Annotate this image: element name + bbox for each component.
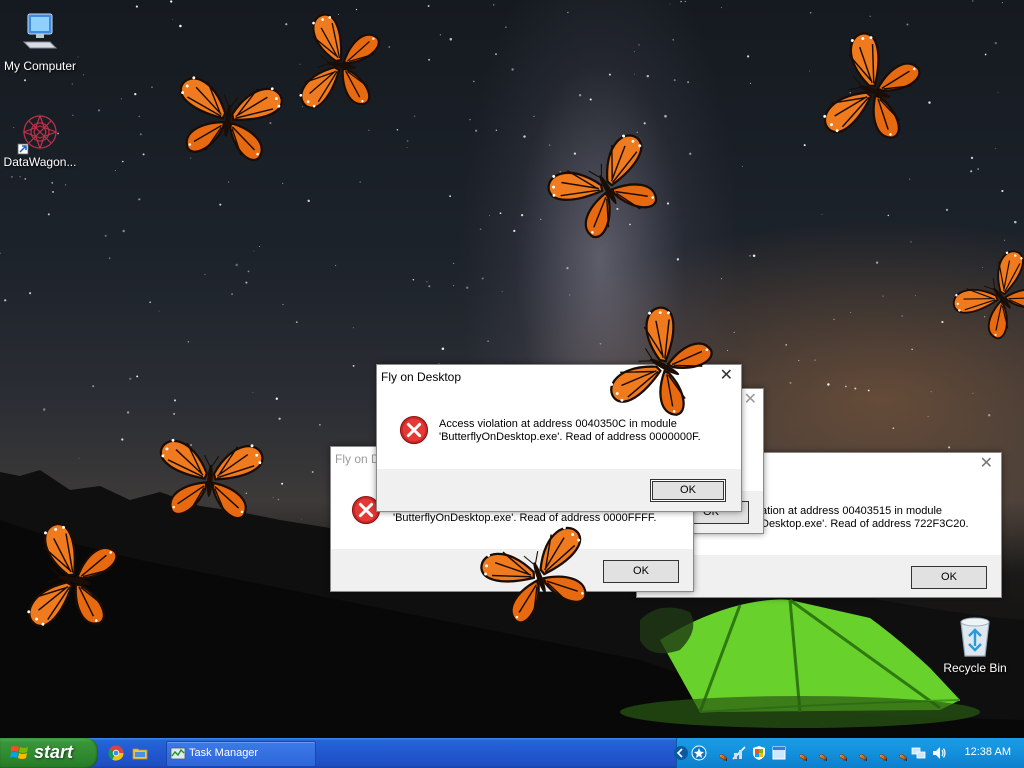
ok-button[interactable]: OK	[911, 566, 987, 589]
my-computer-icon	[22, 13, 58, 49]
close-icon[interactable]: ✕	[744, 392, 757, 408]
butterfly[interactable]	[162, 66, 293, 172]
desktop-icon-label: My Computer	[3, 59, 77, 73]
dialog-title: Fly on D	[335, 452, 380, 466]
desktop: My Computer DataWagon... Recycle Bin ✕ a…	[0, 0, 1024, 738]
star-icon[interactable]	[691, 745, 707, 761]
clock[interactable]: 12:38 AM	[965, 746, 1011, 758]
chrome-icon[interactable]	[108, 745, 124, 761]
datawagon-icon	[17, 114, 58, 155]
desktop-icon-label: DataWagon...	[3, 155, 77, 169]
error-message-line2: Desktop.exe'. Read of address 722F3C20.	[761, 518, 969, 530]
recycle-bin-icon	[960, 617, 990, 657]
window-icon[interactable]	[771, 745, 787, 761]
error-icon	[399, 415, 429, 445]
desktop-icon-recycle-bin[interactable]: Recycle Bin	[935, 612, 1015, 675]
butterfly-icon[interactable]	[791, 745, 807, 761]
ok-button[interactable]: OK	[650, 479, 726, 502]
taskbar-item-task-manager[interactable]: Task Manager	[166, 741, 316, 767]
speaker-icon[interactable]	[931, 745, 947, 761]
taskbar: start Task Manager 12:38 AM	[0, 738, 1024, 768]
error-message-line1: Access violation at address 0040350C in …	[439, 418, 677, 430]
butterfly-icon[interactable]	[851, 745, 867, 761]
desktop-icon-datawagon[interactable]: DataWagon...	[0, 108, 80, 169]
close-icon[interactable]: ✕	[980, 456, 993, 472]
chevron-left-icon[interactable]	[673, 745, 689, 761]
taskbar-item-label: Task Manager	[189, 747, 259, 759]
ok-button[interactable]: OK	[603, 560, 679, 583]
close-icon[interactable]: ✕	[720, 368, 733, 384]
butterfly-icon[interactable]	[891, 745, 907, 761]
dialog-footer: OK	[377, 469, 741, 511]
network-icon[interactable]	[911, 745, 927, 761]
start-label: start	[34, 742, 74, 762]
shield-flag-icon[interactable]	[751, 745, 767, 761]
error-message-line2: 'ButterflyOnDesktop.exe'. Read of addres…	[393, 512, 657, 524]
network-muted-icon[interactable]	[731, 745, 747, 761]
butterfly-icon[interactable]	[811, 745, 827, 761]
task-manager-icon	[170, 747, 186, 760]
error-message-line2: 'ButterflyOnDesktop.exe'. Read of addres…	[439, 431, 701, 443]
butterfly-icon[interactable]	[871, 745, 887, 761]
folder-icon[interactable]	[132, 745, 148, 761]
error-message-line1: ation at address 00403515 in module	[761, 505, 943, 517]
dialog-title: Fly on Desktop	[381, 370, 462, 384]
butterfly[interactable]	[147, 430, 273, 528]
desktop-icon-label: Recycle Bin	[943, 661, 1007, 675]
system-tray: 12:38 AM	[673, 738, 1024, 768]
desktop-icon-my-computer[interactable]: My Computer	[0, 8, 80, 73]
butterfly[interactable]	[277, 6, 403, 124]
start-button[interactable]: start	[0, 738, 98, 768]
butterfly-icon[interactable]	[831, 745, 847, 761]
butterfly-icon[interactable]	[711, 745, 727, 761]
windows-flag-icon	[10, 746, 28, 759]
